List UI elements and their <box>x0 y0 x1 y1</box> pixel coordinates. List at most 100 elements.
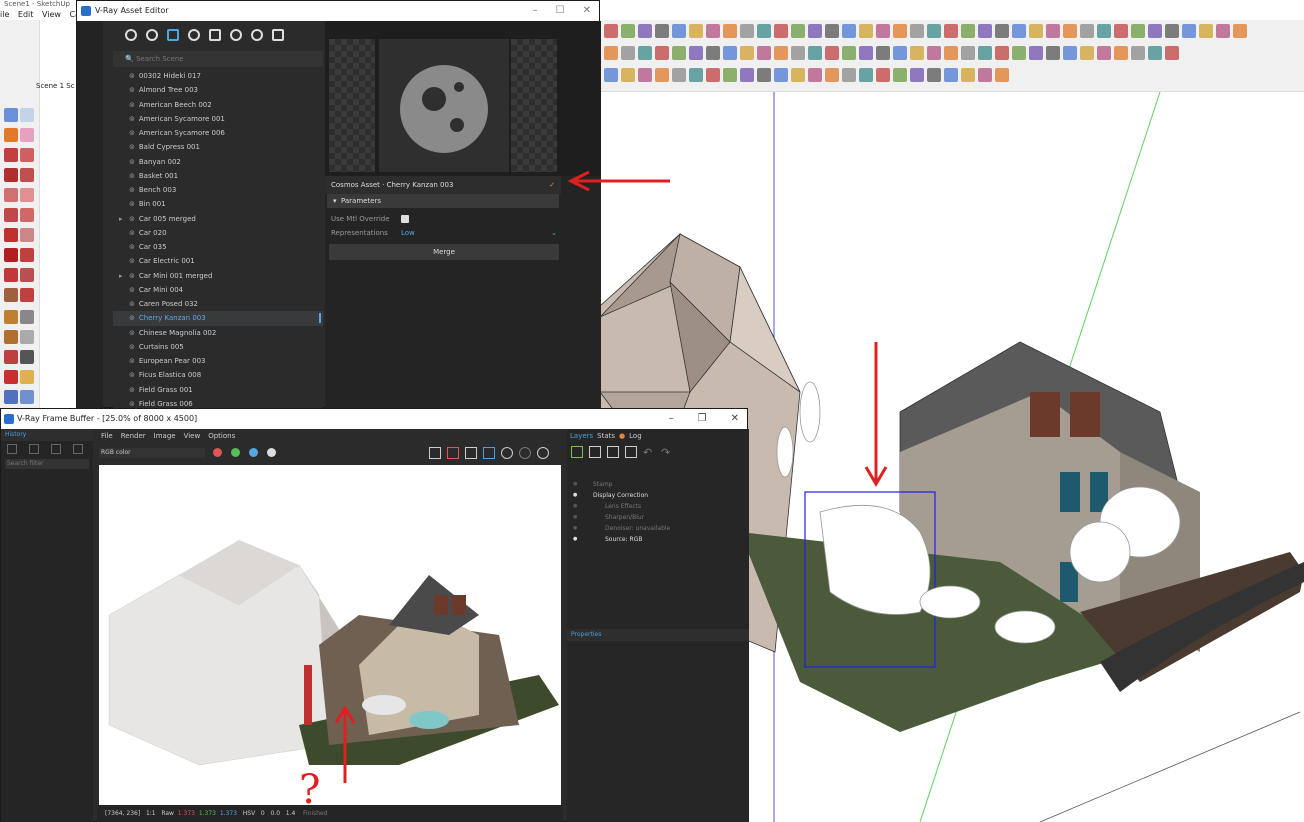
toolbar-button-icon[interactable] <box>944 68 958 82</box>
chevron-down-icon[interactable]: ⌄ <box>551 225 557 241</box>
toolbar-button-icon[interactable] <box>893 68 907 82</box>
toolbar-button-icon[interactable] <box>927 46 941 60</box>
toolbar-button-icon[interactable] <box>689 46 703 60</box>
toolbar-button-icon[interactable] <box>740 68 754 82</box>
toolbar-button-icon[interactable] <box>944 24 958 38</box>
toolbar-button-icon[interactable] <box>604 24 618 38</box>
load-history-icon[interactable] <box>51 444 61 454</box>
toolbar-button-icon[interactable] <box>621 46 635 60</box>
toolbar-button-icon[interactable] <box>1114 46 1128 60</box>
toolbar-button-icon[interactable] <box>910 46 924 60</box>
arc3-tool-icon[interactable] <box>4 228 18 242</box>
lights-icon[interactable] <box>146 29 158 41</box>
toolbar-button-icon[interactable] <box>842 24 856 38</box>
delete-history-icon[interactable] <box>73 444 83 454</box>
list-icon[interactable] <box>625 446 637 458</box>
toolbar-button-icon[interactable] <box>1114 24 1128 38</box>
asset-list-item[interactable]: ⊚ Bench 003 <box>113 183 323 197</box>
eye-icon[interactable]: ● <box>573 523 577 534</box>
toolbar-button-icon[interactable] <box>1182 24 1196 38</box>
toolbar-button-icon[interactable] <box>1097 46 1111 60</box>
frame-buffer-icon[interactable] <box>272 29 284 41</box>
asset-list-item[interactable]: ⊚ Basket 001 <box>113 169 323 183</box>
toolbar-button-icon[interactable] <box>1063 24 1077 38</box>
toolbar-button-icon[interactable] <box>978 46 992 60</box>
asset-list-item[interactable]: ⊚ Car 035 <box>113 240 323 254</box>
geometry-icon[interactable] <box>167 29 179 41</box>
toolbar-button-icon[interactable] <box>1063 46 1077 60</box>
asset-list-item[interactable]: ⊚ Banyan 002 <box>113 155 323 169</box>
fb-menu-options[interactable]: Options <box>208 429 235 443</box>
alpha-channel-icon[interactable] <box>267 448 276 457</box>
component-tool-icon[interactable] <box>20 108 34 122</box>
asset-list-item[interactable]: ⊚ European Pear 003 <box>113 354 323 368</box>
circle-tool-icon[interactable] <box>4 188 18 202</box>
rotate-tool-icon[interactable] <box>4 268 18 282</box>
toolbar-button-icon[interactable] <box>1046 46 1060 60</box>
protractor-tool-icon[interactable] <box>4 330 18 344</box>
toolbar-button-icon[interactable] <box>655 68 669 82</box>
toolbar-button-icon[interactable] <box>910 24 924 38</box>
toolbar-button-icon[interactable] <box>1165 46 1179 60</box>
toolbar-button-icon[interactable] <box>723 46 737 60</box>
asset-list-item[interactable]: ⊚ American Beech 002 <box>113 98 323 112</box>
followme-tool-icon[interactable] <box>20 268 34 282</box>
layer-row[interactable]: ● Display Correction <box>567 490 747 501</box>
toolbar-button-icon[interactable] <box>1029 46 1043 60</box>
layer-row[interactable]: ● Stamp <box>567 479 747 490</box>
render-elements-icon[interactable] <box>188 29 200 41</box>
orbit-tool-icon[interactable] <box>4 370 18 384</box>
zoom-window-icon[interactable] <box>20 390 34 404</box>
tab-stats[interactable]: Stats <box>597 429 615 443</box>
toolbar-button-icon[interactable] <box>961 46 975 60</box>
asset-list-item[interactable]: ⊚ Ficus Elastica 008 <box>113 368 323 382</box>
toolbar-button-icon[interactable] <box>672 46 686 60</box>
toolbar-button-icon[interactable] <box>995 68 1009 82</box>
arc-tool-icon[interactable] <box>4 208 18 222</box>
layer-row[interactable]: ● Sharpen/Blur <box>567 512 747 523</box>
text-tool-icon[interactable] <box>20 330 34 344</box>
toolbar-button-icon[interactable] <box>927 24 941 38</box>
toolbar-button-icon[interactable] <box>672 24 686 38</box>
toolbar-button-icon[interactable] <box>876 68 890 82</box>
fb-menu-view[interactable]: View <box>184 429 201 443</box>
asset-list-item[interactable]: ⊚ Cherry Kanzan 003 <box>113 311 323 326</box>
toolbar-button-icon[interactable] <box>995 46 1009 60</box>
layer-row[interactable]: ● Denoiser: unavailable <box>567 523 747 534</box>
freehand-tool-icon[interactable] <box>20 148 34 162</box>
save-history-icon[interactable] <box>7 444 17 454</box>
axes-tool-icon[interactable] <box>4 350 18 364</box>
close-icon[interactable]: ✕ <box>583 1 591 21</box>
pan-tool-icon[interactable] <box>20 370 34 384</box>
stop-icon[interactable] <box>519 447 531 459</box>
asset-list-item[interactable]: ⊚ Field Grass 001 <box>113 383 323 397</box>
eye-icon[interactable]: ● <box>573 534 577 545</box>
eye-icon[interactable]: ● <box>573 512 577 523</box>
maximize-icon[interactable]: ☐ <box>556 1 565 21</box>
toolbar-button-icon[interactable] <box>1080 24 1094 38</box>
toolbar-button-icon[interactable] <box>791 24 805 38</box>
toolbar-button-icon[interactable] <box>604 46 618 60</box>
eye-icon[interactable]: ● <box>573 501 577 512</box>
color-mode-select[interactable]: HSV <box>243 810 255 817</box>
toolbar-button-icon[interactable] <box>808 68 822 82</box>
expand-arrow-icon[interactable]: ▸ <box>119 269 123 283</box>
offset-tool-icon[interactable] <box>20 288 34 302</box>
redo-icon[interactable]: ↷ <box>661 446 673 459</box>
clear-image-icon[interactable] <box>447 447 459 459</box>
menu-view[interactable]: View <box>42 10 61 19</box>
toolbar-button-icon[interactable] <box>961 24 975 38</box>
representations-select[interactable]: Low <box>401 225 415 241</box>
merge-button[interactable]: Merge <box>329 244 559 260</box>
toolbar-button-icon[interactable] <box>706 68 720 82</box>
toolbar-button-icon[interactable] <box>825 46 839 60</box>
toolbar-button-icon[interactable] <box>774 46 788 60</box>
asset-search-input[interactable]: 🔍 Search Scene <box>113 51 323 67</box>
toolbar-button-icon[interactable] <box>1131 24 1145 38</box>
paint-tool-icon[interactable] <box>4 128 18 142</box>
toolbar-button-icon[interactable] <box>842 46 856 60</box>
toolbar-button-icon[interactable] <box>757 24 771 38</box>
rotated-rect-icon[interactable] <box>20 168 34 182</box>
toolbar-button-icon[interactable] <box>791 46 805 60</box>
toolbar-button-icon[interactable] <box>740 24 754 38</box>
